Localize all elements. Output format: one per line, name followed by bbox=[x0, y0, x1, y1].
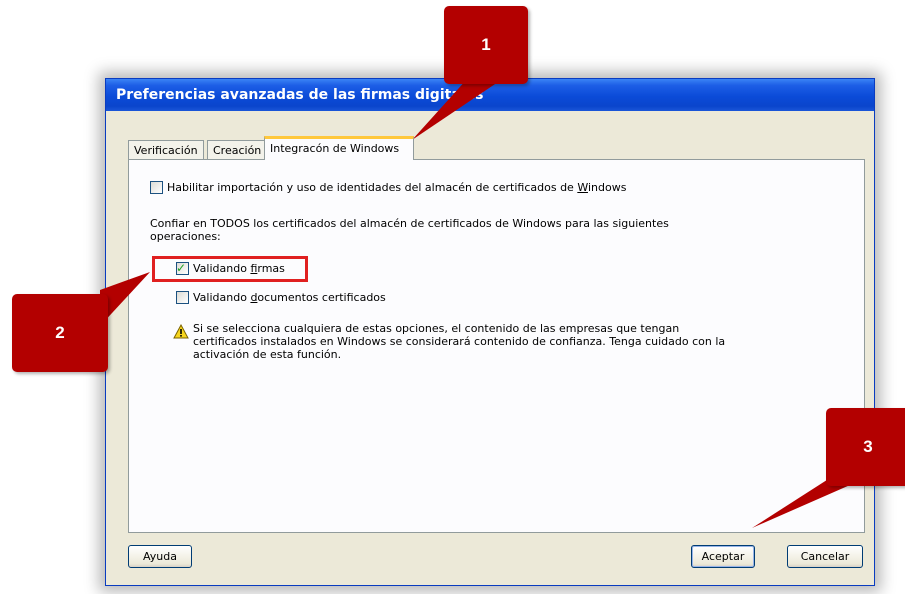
trust-description: Confiar en TODOS los certificados del al… bbox=[150, 217, 669, 243]
callout-3: 3 bbox=[826, 408, 905, 486]
validate-documents-option[interactable]: Validando documentos certificados bbox=[176, 291, 386, 304]
warning-triangle-icon bbox=[173, 324, 189, 339]
enable-import-label: Habilitar importación y uso de identidad… bbox=[167, 181, 627, 194]
help-button[interactable]: Ayuda bbox=[128, 545, 192, 568]
callout-1: 1 bbox=[444, 6, 528, 84]
cancel-button[interactable]: Cancelar bbox=[787, 545, 863, 568]
tab-verificacion[interactable]: Verificación bbox=[128, 140, 204, 159]
accept-button[interactable]: Aceptar bbox=[691, 545, 755, 568]
highlight-box bbox=[152, 256, 308, 282]
enable-import-checkbox[interactable] bbox=[150, 181, 163, 194]
validate-documents-checkbox[interactable] bbox=[176, 291, 189, 304]
dialog-title: Preferencias avanzadas de las firmas dig… bbox=[116, 87, 484, 103]
tab-integracion-windows[interactable]: Integracón de Windows bbox=[264, 136, 414, 160]
enable-import-option[interactable]: Habilitar importación y uso de identidad… bbox=[150, 181, 626, 194]
tab-creacion[interactable]: Creación bbox=[207, 140, 265, 159]
callout-2: 2 bbox=[12, 294, 108, 372]
validate-documents-label: Validando documentos certificados bbox=[193, 291, 386, 304]
warning-message: Si se selecciona cualquiera de estas opc… bbox=[193, 322, 726, 361]
